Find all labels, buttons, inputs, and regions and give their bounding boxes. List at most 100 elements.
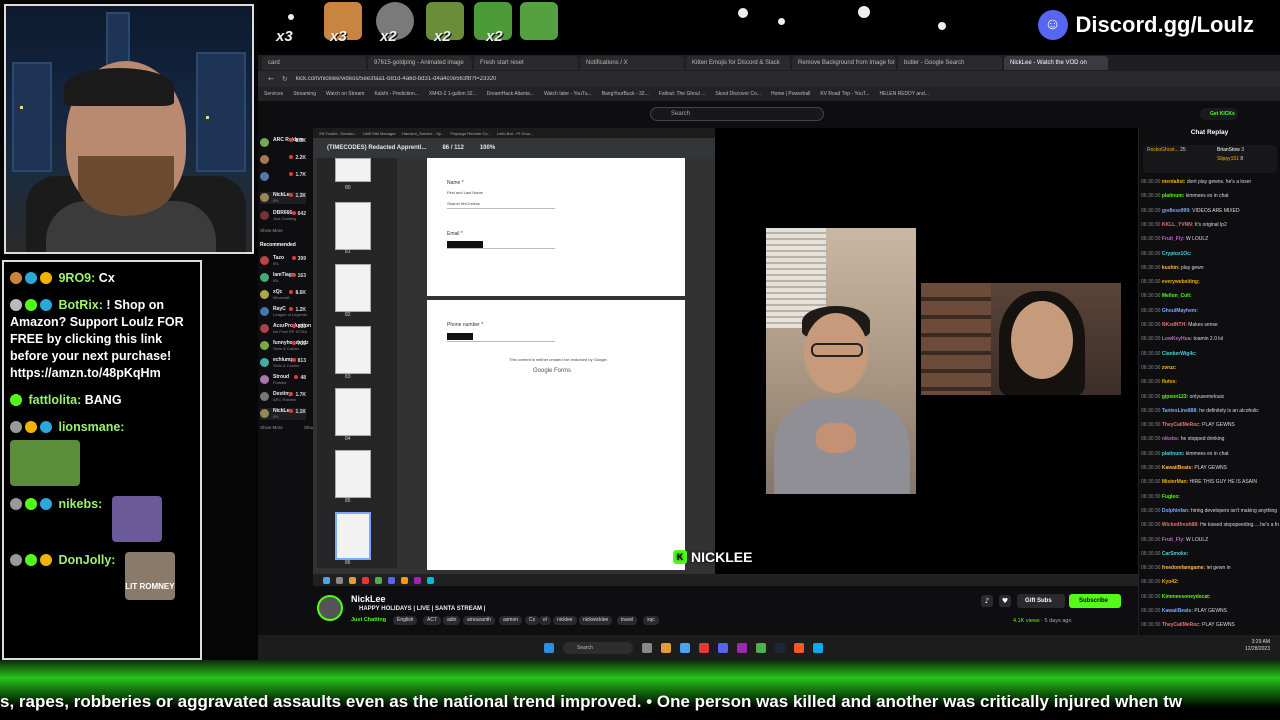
pdf-tab[interactable]: Harrison_Service - Sp...	[402, 131, 444, 136]
sidebar-channel[interactable]: AcezProduction No Pixel RP IGTA5 350	[260, 323, 311, 335]
app-icon[interactable]	[375, 576, 382, 584]
start-icon[interactable]	[323, 576, 330, 584]
bookmark-link[interactable]: Watch later - YouTu...	[544, 91, 592, 97]
pdf-page-current[interactable]: 86	[442, 145, 449, 151]
chat-username[interactable]: TantesLine888:	[1162, 408, 1198, 414]
bookmark-link[interactable]: Services	[264, 91, 283, 97]
embedded-video[interactable]: ⏮ ◀ ↺ ▶ ↻ ⏭ ⚙ ⛶	[716, 148, 1280, 580]
sidebar-channel[interactable]: DBR666 Just Chatting 642	[260, 210, 306, 222]
app-icon[interactable]	[427, 576, 434, 584]
chat-username[interactable]: platinum:	[1162, 451, 1185, 457]
chat-username[interactable]: Fruit_Fly:	[1162, 236, 1185, 242]
task-view-icon[interactable]	[642, 642, 652, 653]
bookmark-link[interactable]: XM43-2 1-gallon 32...	[429, 91, 477, 97]
back-icon[interactable]: ←	[268, 75, 274, 83]
heart-icon[interactable]: ♥	[999, 595, 1011, 607]
sidebar-channel[interactable]: NickLee IRL 1.1K	[260, 408, 306, 420]
browser-tab[interactable]: butler - Google Search	[898, 56, 1002, 70]
chat-username[interactable]: mentalist:	[1162, 179, 1186, 185]
pdf-thumbnail[interactable]	[335, 326, 371, 374]
app-icon[interactable]	[813, 642, 823, 653]
app-icon[interactable]	[414, 576, 421, 584]
sidebar-channel[interactable]: RayC League of Legends 1.2K	[260, 306, 307, 318]
bookmark-link[interactable]: Kalshi - Prediction...	[374, 91, 418, 97]
chat-username[interactable]: TheyCallMeRoc:	[1162, 422, 1201, 428]
chat-username[interactable]: Fruit_Fly:	[1162, 537, 1185, 543]
stream-tag[interactable]: English	[393, 616, 418, 625]
pdf-tab[interactable]: Poynago Remote Co...	[450, 131, 490, 136]
chat-username[interactable]: Cryptoz1Oc:	[1162, 251, 1192, 257]
bookmark-link[interactable]: Watch on Stream	[326, 91, 364, 97]
chat-username[interactable]: KKLL_YVNN:	[1162, 222, 1194, 228]
browser-tab[interactable]: Fresh start reset	[474, 56, 578, 70]
app-icon[interactable]	[737, 642, 747, 653]
browser-tab[interactable]: card	[262, 56, 366, 70]
chat-username[interactable]: zvruz:	[1162, 365, 1176, 371]
sidebar-channel[interactable]: funnyhoodvidz Slots & Casino 735	[260, 340, 309, 352]
bookmark-link[interactable]: Skoot Discover Co...	[715, 91, 761, 97]
browser-tab[interactable]: Kitten Emojis for Discord & Slack	[686, 56, 790, 70]
pdf-thumbnail[interactable]	[335, 450, 371, 498]
app-icon[interactable]	[680, 642, 690, 653]
file-explorer-icon[interactable]	[661, 642, 671, 653]
sidebar-channel[interactable]: 2.2K	[260, 154, 306, 166]
app-icon[interactable]	[794, 642, 804, 653]
chat-username[interactable]: CarSmoke:	[1162, 551, 1188, 557]
gift-subs-button[interactable]: Gift Subs	[1017, 594, 1065, 608]
chat-username[interactable]: MisterMan:	[1162, 479, 1188, 485]
stream-tag[interactable]: Cx	[525, 616, 540, 625]
bookmark-link[interactable]: HELEN REDDY and...	[880, 91, 929, 97]
taskbar-clock[interactable]: 3:29 AM 12/28/2023	[1245, 639, 1270, 653]
chat-username[interactable]: TheyCallMeRoc:	[1162, 622, 1201, 628]
app-icon[interactable]	[362, 576, 369, 584]
discord-icon[interactable]	[718, 642, 728, 653]
chat-username[interactable]: ClankerWig4c:	[1162, 351, 1197, 357]
subscribe-button[interactable]: Subscribe	[1069, 594, 1121, 608]
chat-username[interactable]: LowKeyHua:	[1162, 336, 1192, 342]
chat-username[interactable]: Kyo42:	[1162, 579, 1179, 585]
bookmark-link[interactable]: Fallout: The Ghoul ...	[659, 91, 706, 97]
pdf-thumbnail[interactable]	[335, 202, 371, 250]
app-icon[interactable]	[756, 642, 766, 653]
chat-username[interactable]: everywebsiting:	[1162, 279, 1200, 285]
sidebar-channel[interactable]: echlump Slots & Casino 813	[260, 357, 306, 369]
pdf-thumbnail-active[interactable]	[335, 512, 371, 560]
get-kicks-button[interactable]: Get KICKs	[1200, 108, 1238, 120]
chat-username[interactable]: flutvs:	[1162, 379, 1177, 385]
chat-username[interactable]: GhoulMayhem:	[1162, 308, 1198, 314]
channel-name[interactable]: NickLee	[351, 594, 386, 604]
browser-tab[interactable]: 97615-goldping - Animated image	[368, 56, 472, 70]
address-bar[interactable]: ← ↻ kick.com/nicklee/videos/5ee3faa1-b81…	[258, 71, 1280, 87]
channel-avatar[interactable]	[317, 595, 343, 621]
chat-username[interactable]: freedomfamgame:	[1162, 565, 1205, 571]
pdf-page-number[interactable]: 86 / 112	[442, 145, 463, 151]
bookmark-link[interactable]: KV Road Trip - YouT...	[820, 91, 869, 97]
bookmark-link[interactable]: Streaming	[293, 91, 316, 97]
sidebar-channel[interactable]: Tazo IRL 399	[260, 255, 306, 267]
chat-username[interactable]: NKsdNTH:	[1162, 322, 1187, 328]
browser-tab-active[interactable]: NickLee - Watch the VOD on	[1004, 56, 1108, 70]
stream-tag[interactable]: travel	[617, 616, 638, 625]
chat-username[interactable]: godless999:	[1162, 208, 1191, 214]
chat-username[interactable]: Dolphinfan:	[1162, 508, 1190, 514]
app-icon[interactable]	[699, 642, 709, 653]
folder-icon[interactable]	[349, 576, 356, 584]
chat-username[interactable]: kushin:	[1162, 265, 1180, 271]
chat-username[interactable]: Fugleo:	[1162, 494, 1180, 500]
stream-tag[interactable]: nicklee	[553, 616, 577, 625]
pdf-thumbnail[interactable]	[335, 388, 371, 436]
taskbar-search-input[interactable]: Search	[563, 641, 633, 654]
chat-username[interactable]: Mellon_Coli:	[1162, 293, 1192, 299]
chat-username[interactable]: KawaiiBeats:	[1162, 608, 1193, 614]
pdf-thumbnail[interactable]	[335, 264, 371, 312]
stream-tag[interactable]: xqc	[643, 616, 659, 625]
stream-tag[interactable]: AC7	[423, 616, 441, 625]
sidebar-channel[interactable]: NickLee IRL 1.3K	[260, 192, 306, 204]
sidebar-channel[interactable]: xQc Minecraft 8.6K	[260, 289, 306, 301]
browser-tab[interactable]: Remove Background from Image for	[792, 56, 896, 70]
stream-tag[interactable]: asmon	[499, 616, 523, 625]
sidebar-channel[interactable]: lamTiagz IRL 163	[260, 272, 306, 284]
bookmark-link[interactable]: BangYourBuck - 32...	[602, 91, 649, 97]
sidebar-channel[interactable]: Stroud Fortnite 48	[260, 374, 306, 386]
reload-icon[interactable]: ↻	[282, 75, 288, 83]
